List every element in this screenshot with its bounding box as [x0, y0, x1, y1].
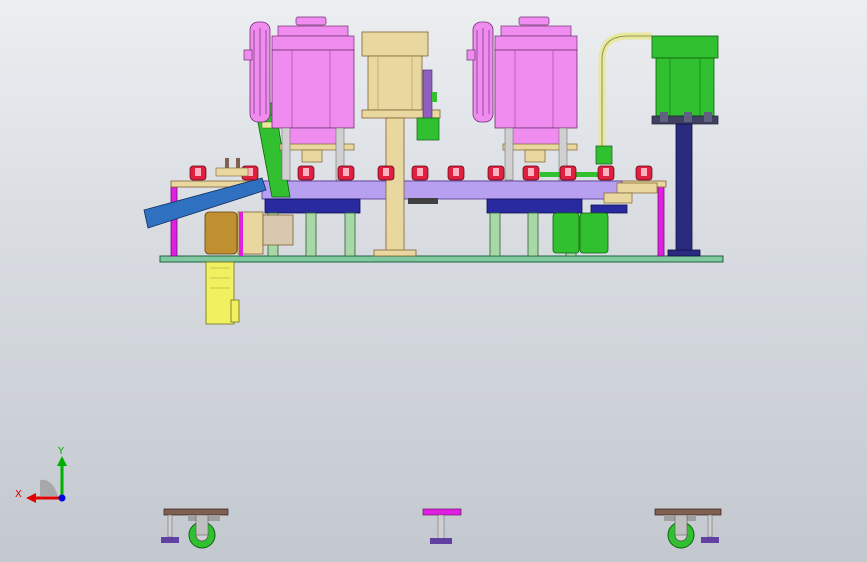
drive-motor-yellow: [205, 261, 235, 325]
fixture-5: [377, 165, 395, 181]
drive-motor-flange: [230, 299, 240, 323]
support-block-small: [590, 204, 628, 214]
cad-model-view[interactable]: X Y: [0, 0, 867, 562]
caster-left: [161, 508, 229, 549]
fixture-6: [411, 165, 429, 181]
feeder-column: [675, 123, 693, 253]
z-axis-dot: [58, 494, 66, 502]
fixture-12: [635, 165, 653, 181]
turntable-plate: [261, 180, 623, 200]
caster-right: [654, 508, 722, 549]
cad-viewport[interactable]: X Y: [0, 0, 867, 562]
press-body-left: [271, 49, 355, 129]
frame-post-left: [170, 185, 178, 257]
fixture-10: [559, 165, 577, 181]
fixture-1: [189, 165, 207, 181]
support-block-right: [486, 198, 583, 214]
base-plate: [159, 255, 724, 263]
motor-green-2: [579, 212, 609, 254]
support-columns: [267, 212, 577, 257]
y-axis-label: Y: [57, 446, 65, 457]
press-station-right: [466, 16, 578, 181]
press-body-right: [494, 49, 578, 129]
fixture-11: [597, 165, 615, 181]
fixture-3: [297, 165, 315, 181]
support-block-left: [264, 198, 361, 214]
x-axis-label: X: [15, 489, 22, 500]
center-cylinder: [367, 55, 423, 111]
motor-flange-magenta: [239, 212, 243, 256]
motor-green-1: [552, 212, 580, 254]
leveling-foot-center: [422, 508, 462, 544]
motor-housing-tan: [262, 214, 294, 246]
vibratory-feeder: [595, 32, 719, 257]
press-station-left: [243, 16, 355, 181]
fixture-7: [447, 165, 465, 181]
center-shaft: [385, 117, 405, 253]
fixture-9: [522, 165, 540, 181]
fixture-4: [337, 165, 355, 181]
feeder-bowl-body: [655, 57, 715, 117]
fixture-8: [487, 165, 505, 181]
coordinate-triad: X Y: [15, 446, 67, 503]
feeder-bowl-top: [651, 35, 719, 59]
center-drive-unit: [361, 31, 441, 257]
gear-motor-body: [204, 211, 238, 255]
feed-tube: [598, 32, 652, 152]
frame-post-right: [657, 185, 665, 257]
